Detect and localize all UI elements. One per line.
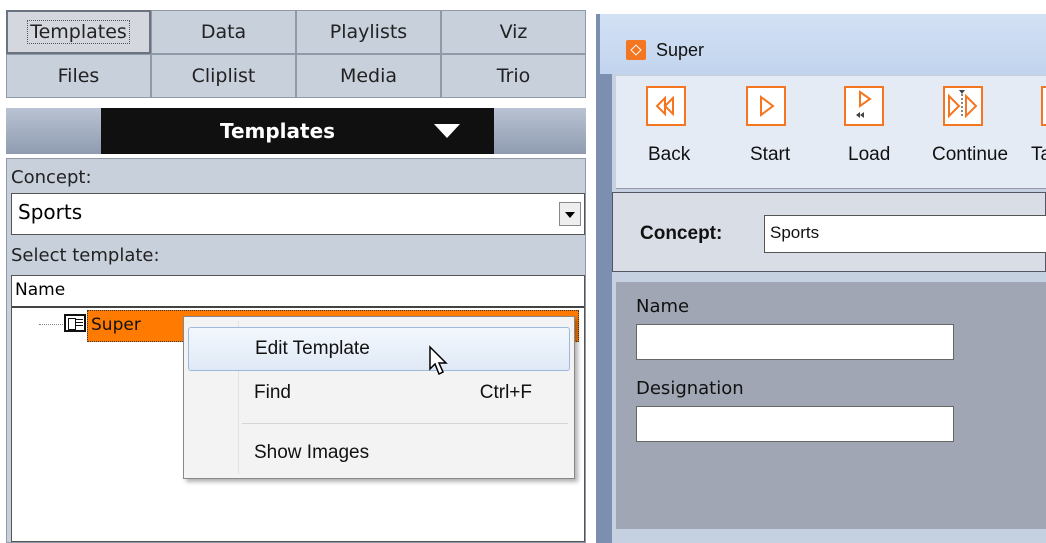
tab-cliplist[interactable]: Cliplist	[151, 54, 296, 98]
tab-label: Trio	[496, 65, 531, 87]
tab-label: Viz	[499, 21, 528, 43]
select-template-label: Select template:	[11, 245, 160, 266]
menu-separator	[242, 423, 568, 424]
back-button[interactable]	[646, 86, 686, 126]
load-label: Load	[848, 144, 891, 165]
chevron-down-icon[interactable]	[559, 202, 581, 226]
app-icon	[626, 40, 646, 60]
menu-item-label: Edit Template	[255, 338, 370, 359]
back-label: Back	[648, 144, 691, 165]
tab-label: Templates	[27, 20, 130, 44]
menu-item-show-images[interactable]: Show Images	[188, 431, 570, 475]
menu-item-edit-template[interactable]: Edit Template	[188, 327, 570, 371]
template-form: Name Designation	[616, 282, 1046, 529]
window-titlebar[interactable]: Super	[600, 14, 1046, 74]
tab-label: Files	[57, 65, 100, 87]
concept-value: Sports	[770, 223, 820, 242]
start-button[interactable]	[746, 86, 786, 126]
concept-select[interactable]: Sports	[764, 215, 1046, 253]
tab-templates[interactable]: Templates	[6, 10, 151, 54]
mouse-cursor-icon	[429, 345, 448, 376]
designation-label: Designation	[636, 378, 744, 399]
take-button[interactable]	[1041, 86, 1046, 126]
tab-grid: Templates Data Playlists Viz Files Clipl…	[6, 10, 586, 102]
toolbar: Back Start Load Continue Ta	[616, 76, 1046, 189]
load-icon	[856, 90, 872, 118]
tab-media[interactable]: Media	[296, 54, 441, 98]
tab-label: Data	[200, 21, 247, 43]
tab-playlists[interactable]: Playlists	[296, 10, 441, 54]
name-label: Name	[636, 296, 690, 317]
tab-files[interactable]: Files	[6, 54, 151, 98]
start-label: Start	[750, 144, 791, 165]
take-label: Ta	[1031, 144, 1046, 165]
concept-label: Concept:	[11, 167, 92, 188]
tree-connector	[39, 324, 67, 325]
concept-label: Concept:	[640, 223, 723, 244]
concept-value: Sports	[18, 200, 83, 224]
continue-label: Continue	[932, 144, 1009, 165]
name-field[interactable]	[636, 324, 954, 360]
panel-title-bar[interactable]: Templates	[6, 108, 586, 154]
back-icon	[655, 95, 674, 117]
template-icon	[64, 314, 86, 332]
start-icon	[760, 95, 775, 117]
load-button[interactable]	[844, 86, 884, 126]
menu-item-find[interactable]: Find Ctrl+F	[188, 371, 570, 415]
menu-item-shortcut: Ctrl+F	[479, 382, 532, 403]
concept-bar: Concept: Sports	[612, 192, 1046, 272]
column-header-name[interactable]: Name	[12, 276, 584, 308]
super-window: Super Back Start Load Continue Ta Concep…	[596, 14, 1046, 543]
window-body: Back Start Load Continue Ta Concept: Spo	[612, 74, 1046, 543]
menu-item-label: Show Images	[254, 442, 370, 463]
window-title: Super	[656, 40, 705, 60]
tab-label: Media	[339, 65, 398, 87]
continue-icon	[948, 90, 978, 119]
menu-item-label: Find	[254, 382, 291, 403]
tab-label: Playlists	[329, 21, 408, 43]
context-menu: Edit Template Find Ctrl+F Show Images	[183, 316, 575, 479]
continue-button[interactable]	[943, 86, 983, 126]
concept-select[interactable]: Sports	[11, 193, 585, 235]
tab-trio[interactable]: Trio	[441, 54, 586, 98]
tab-data[interactable]: Data	[151, 10, 296, 54]
designation-field[interactable]	[636, 406, 954, 442]
tab-label: Cliplist	[191, 65, 256, 87]
dropdown-triangle-icon[interactable]	[434, 124, 460, 138]
tab-viz[interactable]: Viz	[441, 10, 586, 54]
